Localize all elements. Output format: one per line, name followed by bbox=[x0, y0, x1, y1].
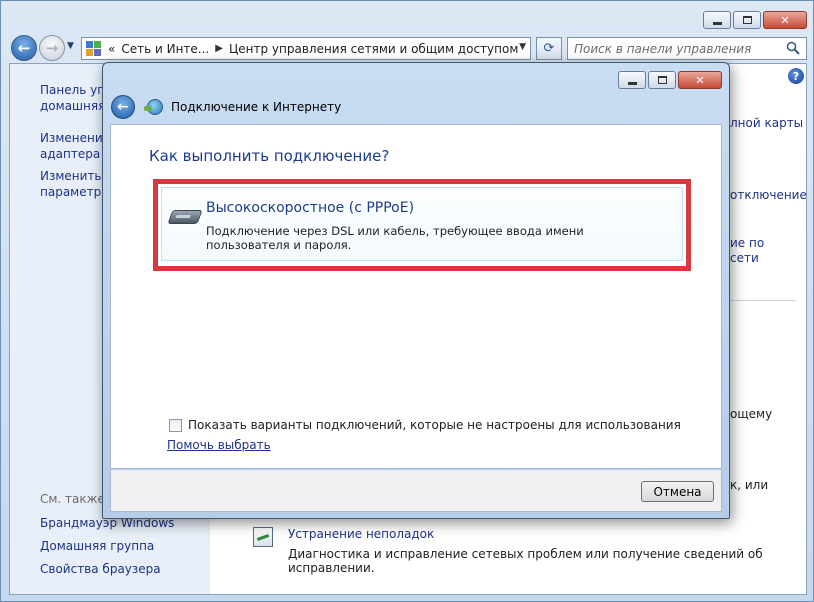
sidebar-item-homegroup[interactable]: Домашняя группа bbox=[40, 538, 154, 554]
close-icon: ✕ bbox=[695, 73, 705, 87]
breadcrumb-prefix[interactable]: « bbox=[108, 42, 115, 56]
sidebar-item-label: Изменение bbox=[40, 131, 111, 145]
troubleshoot-description: Диагностика и исправление сетевых пробле… bbox=[288, 547, 763, 575]
search-icon[interactable] bbox=[786, 41, 800, 55]
dialog-close-button[interactable]: ✕ bbox=[678, 71, 722, 89]
back-arrow-icon: ← bbox=[117, 99, 129, 115]
search-box[interactable] bbox=[567, 37, 807, 60]
modem-icon bbox=[167, 210, 203, 224]
network-link-line: ие по bbox=[730, 236, 765, 250]
refresh-button[interactable]: ⟳ bbox=[536, 37, 562, 60]
window-caption-buttons: ✕ bbox=[703, 11, 807, 29]
address-dropdown-icon[interactable]: ▼ bbox=[519, 42, 526, 52]
see-also-heading: См. также bbox=[40, 492, 105, 506]
shared-text: ощему bbox=[730, 407, 773, 421]
close-icon: ✕ bbox=[780, 13, 790, 27]
cancel-button[interactable]: Отмена bbox=[641, 481, 714, 502]
dialog-caption-buttons: ✕ bbox=[618, 71, 722, 89]
address-bar[interactable]: « Сеть и Инте... ▶ Центр управления сетя… bbox=[81, 37, 531, 60]
back-arrow-icon: ← bbox=[17, 38, 31, 57]
breadcrumb-network[interactable]: Сеть и Инте... bbox=[121, 42, 209, 56]
dialog-back-button[interactable]: ← bbox=[111, 95, 135, 119]
sidebar-item-adapter-settings[interactable]: Изменение адаптера bbox=[40, 130, 110, 162]
breadcrumb-network-center[interactable]: Центр управления сетями и общим доступом bbox=[229, 42, 518, 56]
network-globe-icon bbox=[144, 99, 163, 115]
dialog-maximize-button[interactable] bbox=[648, 71, 676, 89]
troubleshoot-icon[interactable] bbox=[253, 527, 273, 547]
back-button[interactable]: ← bbox=[11, 35, 37, 61]
section-divider bbox=[730, 300, 796, 301]
control-panel-icon bbox=[86, 40, 102, 57]
navigation-bar: ← → ▼ « Сеть и Инте... ▶ Центр управлени… bbox=[9, 33, 807, 63]
dialog-body: Как выполнить подключение? Высокоскорост… bbox=[110, 124, 722, 469]
dialog-heading: Как выполнить подключение? bbox=[149, 147, 390, 165]
sidebar-item-browser-properties[interactable]: Свойства браузера bbox=[40, 561, 161, 577]
pppoe-option[interactable]: Высокоскоростное (с PPPoE) Подключение ч… bbox=[161, 187, 683, 261]
dialog-header: ← Подключение к Интернету bbox=[111, 91, 721, 123]
show-all-options[interactable]: Показать варианты подключений, которые н… bbox=[169, 418, 681, 432]
help-choose-link[interactable]: Помочь выбрать bbox=[167, 438, 271, 452]
maximize-button[interactable] bbox=[733, 11, 761, 29]
connect-to-internet-dialog: ✕ ← Подключение к Интернету Как выполнит… bbox=[102, 62, 730, 519]
full-map-link[interactable]: лной карты bbox=[730, 116, 803, 131]
network-link-line: сети bbox=[730, 251, 759, 265]
refresh-icon: ⟳ bbox=[543, 41, 555, 56]
show-all-label: Показать варианты подключений, которые н… bbox=[188, 418, 681, 432]
option-title: Высокоскоростное (с PPPoE) bbox=[206, 200, 415, 216]
minimize-button[interactable] bbox=[703, 11, 731, 29]
option-description: Подключение через DSL или кабель, требую… bbox=[206, 224, 584, 252]
recent-pages-dropdown[interactable]: ▼ bbox=[67, 41, 74, 51]
forward-arrow-icon: → bbox=[45, 38, 59, 57]
dialog-footer: Отмена bbox=[110, 470, 722, 512]
sidebar-item-label: адаптера bbox=[40, 147, 101, 161]
or-text: к, или bbox=[730, 478, 769, 492]
show-all-checkbox[interactable] bbox=[169, 418, 182, 432]
forward-button[interactable]: → bbox=[39, 35, 65, 61]
disconnect-link[interactable]: отключение bbox=[730, 188, 807, 203]
dialog-title: Подключение к Интернету bbox=[171, 100, 342, 114]
close-button[interactable]: ✕ bbox=[763, 11, 807, 29]
dialog-minimize-button[interactable] bbox=[618, 71, 646, 89]
troubleshoot-link[interactable]: Устранение неполадок bbox=[288, 527, 434, 541]
network-link[interactable]: ие по сети bbox=[730, 236, 764, 266]
search-input[interactable] bbox=[574, 41, 774, 56]
breadcrumb-separator-icon[interactable]: ▶ bbox=[215, 43, 223, 54]
help-icon[interactable]: ? bbox=[788, 68, 804, 84]
